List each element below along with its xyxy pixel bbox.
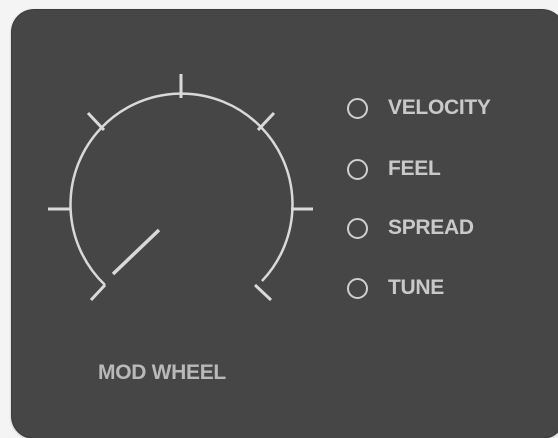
- radio-circle-icon[interactable]: [347, 97, 368, 119]
- option-spread[interactable]: SPREAD: [347, 213, 474, 243]
- mod-wheel-knob[interactable]: [0, 0, 558, 435]
- option-tune[interactable]: TUNE: [347, 273, 444, 303]
- radio-circle-icon[interactable]: [347, 158, 368, 180]
- option-label: FEEL: [388, 157, 441, 180]
- knob-arc: [69, 92, 294, 286]
- option-label: TUNE: [388, 276, 444, 299]
- radio-circle-icon[interactable]: [347, 217, 368, 239]
- knob-max-mark: [253, 283, 273, 302]
- option-label: VELOCITY: [388, 96, 491, 119]
- radio-circle-icon[interactable]: [347, 277, 368, 299]
- option-velocity[interactable]: VELOCITY: [347, 93, 491, 123]
- knob-label: MOD WHEEL: [98, 361, 226, 384]
- knob-min-mark: [89, 283, 107, 302]
- option-feel[interactable]: FEEL: [347, 154, 441, 184]
- knob-pointer: [111, 228, 161, 276]
- option-label: SPREAD: [388, 216, 474, 239]
